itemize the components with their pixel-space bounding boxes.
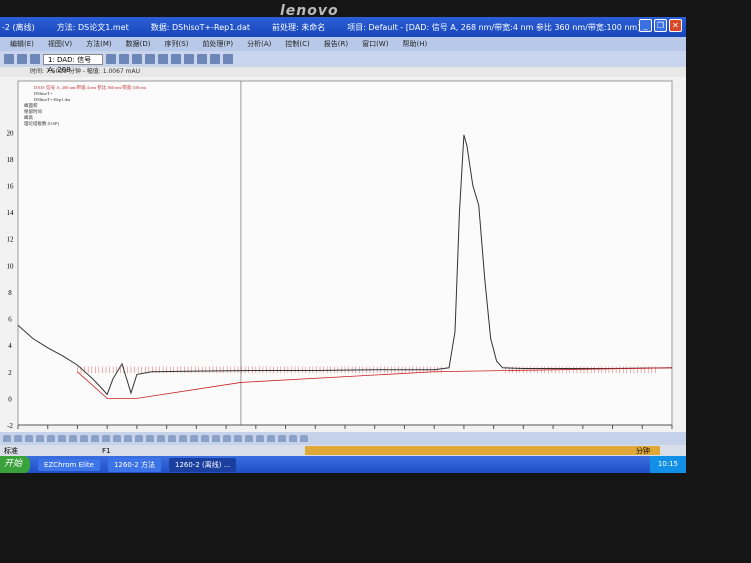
task-offline[interactable]: 1260-2 (离线) ...	[169, 457, 237, 472]
y-tick-label: 18	[7, 156, 15, 164]
integration-tool-icon[interactable]	[201, 435, 209, 442]
integration-tool-icon[interactable]	[168, 435, 176, 442]
status-standard: 标准	[4, 446, 18, 455]
integration-tool-icon[interactable]	[91, 435, 99, 442]
menu-item[interactable]: 方法(M)	[86, 39, 112, 49]
help-icon[interactable]	[223, 54, 233, 64]
integration-tool-icon[interactable]	[14, 435, 22, 442]
y-tick-label: 10	[7, 262, 15, 270]
signal-select[interactable]: 1: DAD: 信号 A, 268	[43, 53, 103, 74]
y-tick-label: 6	[8, 316, 12, 324]
cursor-info: 时间: 7.5023 分钟 - 幅值: 1.0067 mAU	[0, 67, 686, 77]
integration-tool-icon[interactable]	[124, 435, 132, 442]
progress-bar	[305, 446, 660, 455]
menu-item[interactable]: 帮助(H)	[402, 39, 427, 49]
title-preprocess: 前处理: 未命名	[272, 22, 326, 32]
paste-icon[interactable]	[132, 54, 142, 64]
title-instrument: -2 (离线)	[2, 22, 35, 32]
save-icon[interactable]	[17, 54, 27, 64]
menu-item[interactable]: 报告(R)	[324, 39, 348, 49]
y-tick-label: 8	[8, 289, 12, 297]
integration-tool-icon[interactable]	[3, 435, 11, 442]
integration-tool-icon[interactable]	[278, 435, 286, 442]
integration-tool-icon[interactable]	[234, 435, 242, 442]
legend-item: DAD: 信号 A, 268 nm/带宽:4 nm 参比 360 nm/带宽:1…	[34, 84, 147, 91]
integration-tool-icon[interactable]	[256, 435, 264, 442]
integration-tool-icon[interactable]	[102, 435, 110, 442]
integration-tool-icon[interactable]	[245, 435, 253, 442]
chart-icon[interactable]	[158, 54, 168, 64]
y-tick-label: 4	[8, 342, 12, 350]
legend-item: 保留时间	[24, 108, 42, 115]
title-method: 方法: DS论文1.met	[56, 22, 129, 32]
y-tick-label: 0	[8, 395, 12, 403]
integration-tool-icon[interactable]	[25, 435, 33, 442]
status-field: F1	[102, 446, 111, 455]
integration-tool-icon[interactable]	[190, 435, 198, 442]
legend-item: DShisoT+	[34, 91, 53, 96]
integration-tool-icon[interactable]	[69, 435, 77, 442]
status-bar: 标准 F1 分钟	[0, 445, 686, 456]
title-bar: -2 (离线) 方法: DS论文1.met 数据: DShisoT+-Rep1.…	[0, 17, 686, 37]
y-tick-label: 20	[7, 129, 15, 137]
title-project: 项目: Default - [DAD: 信号 A, 268 nm/带宽:4 nm…	[347, 22, 641, 32]
minimize-button[interactable]: _	[639, 19, 652, 32]
close-button[interactable]: ✕	[669, 19, 682, 32]
legend-item: 峰面积	[24, 102, 38, 109]
chromatogram[interactable]: 012345678910111213141516171819202122-202…	[0, 77, 686, 449]
y-tick-label: 12	[7, 236, 15, 244]
menu-bar: 编辑(E) 视图(V) 方法(M) 数据(D) 序列(S) 前处理(P) 分析(A) 控制(C…	[0, 37, 686, 51]
menu-item[interactable]: 数据(D)	[126, 39, 151, 49]
integration-tool-icon[interactable]	[47, 435, 55, 442]
integration-tool-icon[interactable]	[157, 435, 165, 442]
integration-tool-icon[interactable]	[80, 435, 88, 442]
screen: -2 (离线) 方法: DS论文1.met 数据: DShisoT+-Rep1.…	[0, 17, 686, 473]
report-icon[interactable]	[184, 54, 194, 64]
integration-tool-icon[interactable]	[58, 435, 66, 442]
play-icon[interactable]	[210, 54, 220, 64]
menu-item[interactable]: 控制(C)	[285, 39, 309, 49]
menu-item[interactable]: 编辑(E)	[10, 39, 34, 49]
copy-icon[interactable]	[119, 54, 129, 64]
integration-tool-icon[interactable]	[267, 435, 275, 442]
legend-item: 峰高	[24, 114, 33, 121]
integrate-icon[interactable]	[145, 54, 155, 64]
menu-item[interactable]: 窗口(W)	[362, 39, 388, 49]
integration-tool-icon[interactable]	[179, 435, 187, 442]
integration-tool-icon[interactable]	[223, 435, 231, 442]
print-icon[interactable]	[30, 54, 40, 64]
task-ezchrom[interactable]: EZChrom Elite	[38, 458, 100, 471]
y-tick-label: 16	[7, 183, 15, 191]
integration-tool-icon[interactable]	[289, 435, 297, 442]
status-unit: 分钟	[636, 446, 650, 455]
toolbar: 1: DAD: 信号 A, 268	[0, 51, 686, 74]
integration-tool-icon[interactable]	[113, 435, 121, 442]
integration-toolbar	[0, 432, 686, 445]
y-tick-label: 14	[7, 209, 15, 217]
integration-tool-icon[interactable]	[212, 435, 220, 442]
y-tick-label: 2	[8, 369, 12, 377]
menu-item[interactable]: 前处理(P)	[202, 39, 233, 49]
integration-tool-icon[interactable]	[135, 435, 143, 442]
legend-item: 理论塔板数 (USP)	[24, 120, 59, 127]
integration-tool-icon[interactable]	[36, 435, 44, 442]
menu-item[interactable]: 视图(V)	[48, 39, 72, 49]
legend-item: DShisoT+-Rep1.dat	[34, 97, 71, 102]
title-data: 数据: DShisoT+-Rep1.dat	[150, 22, 250, 32]
menu-item[interactable]: 序列(S)	[165, 39, 189, 49]
restore-button[interactable]: ❐	[654, 19, 667, 32]
chromatogram-svg: 012345678910111213141516171819202122-202…	[7, 80, 676, 449]
y-tick-label: -2	[7, 422, 13, 430]
menu-item[interactable]: 分析(A)	[247, 39, 271, 49]
clock: 10:15	[649, 456, 686, 473]
integration-tool-icon[interactable]	[146, 435, 154, 442]
open-icon[interactable]	[4, 54, 14, 64]
zoom-icon[interactable]	[171, 54, 181, 64]
task-method[interactable]: 1260-2 方法	[107, 457, 161, 472]
start-button[interactable]: 开始	[0, 456, 30, 473]
cut-icon[interactable]	[106, 54, 116, 64]
stop-icon[interactable]	[197, 54, 207, 64]
integration-tool-icon[interactable]	[300, 435, 308, 442]
taskbar: 开始 EZChrom Elite 1260-2 方法 1260-2 (离线) .…	[0, 456, 686, 473]
